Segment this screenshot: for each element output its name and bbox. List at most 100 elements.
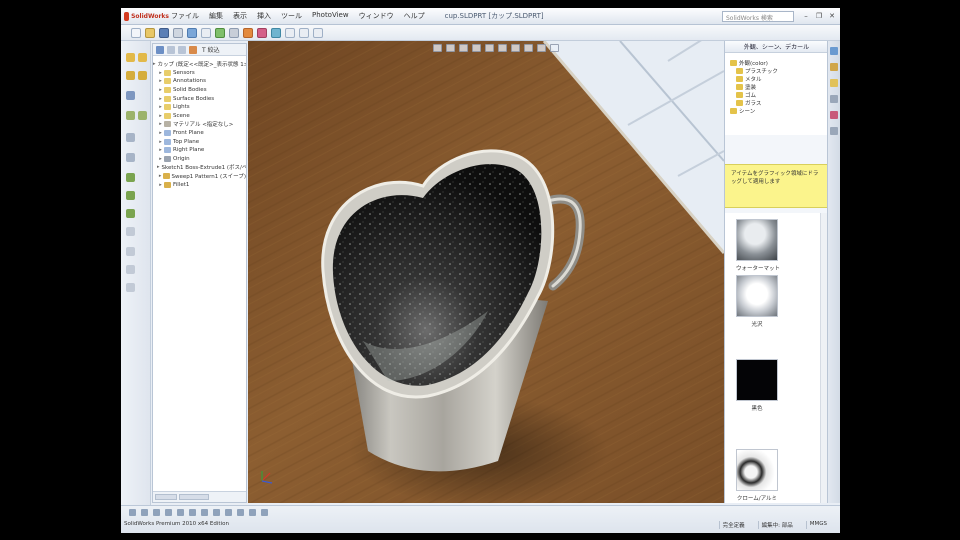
tree-item[interactable]: ▸ Origin: [153, 155, 246, 164]
shell-icon[interactable]: [126, 153, 135, 162]
dimension-icon[interactable]: [126, 227, 135, 236]
loft-icon[interactable]: [138, 71, 147, 80]
view-palette-tab-icon[interactable]: [830, 95, 838, 103]
top-view-icon[interactable]: [177, 509, 184, 516]
sweep-icon[interactable]: [126, 71, 135, 80]
tree-item[interactable]: ▸ Right Plane: [153, 146, 246, 155]
single-view-icon[interactable]: [225, 509, 232, 516]
tree-item[interactable]: ▸ Surface Bodies: [153, 94, 246, 103]
tree-item[interactable]: ▸ Fillet1: [153, 180, 246, 189]
tree-item[interactable]: ▸ Sensors: [153, 69, 246, 78]
line-icon[interactable]: [126, 191, 135, 200]
save-icon[interactable]: [159, 27, 169, 38]
new-icon[interactable]: [131, 27, 141, 38]
file-explorer-tab-icon[interactable]: [830, 79, 838, 87]
pattern-icon[interactable]: [126, 133, 135, 142]
menu-photoview[interactable]: PhotoView: [310, 10, 351, 22]
plastic-swatch[interactable]: 光沢: [736, 275, 778, 328]
tree-item[interactable]: ▸ Lights: [153, 103, 246, 112]
appearance-tree-item[interactable]: シーン: [730, 107, 828, 115]
appearance-tree-item[interactable]: 外観(color): [730, 59, 828, 67]
restore-icon[interactable]: ❐: [814, 11, 824, 21]
tree-item[interactable]: ▸ Annotations: [153, 77, 246, 86]
curves-icon[interactable]: [126, 265, 135, 274]
tree-filter[interactable]: T 絞込: [202, 45, 220, 54]
tree-item[interactable]: ▸ Sweep1 Pattern1 (スイープ): [153, 172, 246, 181]
photoview-icon[interactable]: [243, 27, 253, 38]
revolve-icon[interactable]: [138, 53, 147, 62]
appearance-tree-item[interactable]: ゴム: [730, 91, 828, 99]
link-views-icon[interactable]: [261, 509, 268, 516]
zoom-to-fit-icon[interactable]: [433, 44, 442, 52]
black-swatch[interactable]: 黒色: [736, 359, 778, 412]
expand-icon[interactable]: ▸: [157, 156, 164, 162]
hide-show-icon[interactable]: [511, 44, 520, 52]
print-icon[interactable]: [173, 27, 183, 38]
expand-icon[interactable]: ▸: [157, 70, 164, 76]
view-orientation-icon[interactable]: [485, 44, 494, 52]
instant3d-icon[interactable]: [126, 283, 135, 292]
rebuild-icon[interactable]: [215, 27, 225, 38]
chamfer-icon[interactable]: [138, 111, 147, 120]
appearance-tree-item[interactable]: メタル: [730, 75, 828, 83]
property-manager-tab-icon[interactable]: [167, 45, 175, 54]
zoom-area-icon[interactable]: [446, 44, 455, 52]
menu-file[interactable]: ファイル: [169, 10, 201, 22]
expand-icon[interactable]: ▸: [157, 104, 164, 110]
front-view-icon[interactable]: [129, 509, 136, 516]
edit-appearance-icon[interactable]: [524, 44, 533, 52]
menu-window[interactable]: ウィンドウ: [357, 10, 396, 22]
water-swatch[interactable]: ウォーターマット: [736, 219, 780, 272]
tree-item[interactable]: ▸ Solid Bodies: [153, 86, 246, 95]
feature-manager-tab-icon[interactable]: [156, 45, 164, 54]
scene-icon[interactable]: [271, 27, 281, 38]
model-tab[interactable]: [155, 494, 177, 500]
extrude-icon[interactable]: [126, 53, 135, 62]
open-icon[interactable]: [145, 27, 155, 38]
tree-item[interactable]: ▸ Top Plane: [153, 137, 246, 146]
design-library-tab-icon[interactable]: [830, 63, 838, 71]
appearances-tab-icon[interactable]: [830, 111, 838, 119]
bottom-view-icon[interactable]: [189, 509, 196, 516]
tree-item[interactable]: ▸ Front Plane: [153, 129, 246, 138]
display-manager-tab-icon[interactable]: [189, 45, 197, 54]
expand-icon[interactable]: ▸: [157, 78, 164, 84]
view-settings-icon[interactable]: [550, 44, 559, 52]
tree-item[interactable]: ▸ Scene: [153, 112, 246, 121]
expand-icon[interactable]: ▸: [157, 121, 164, 127]
expand-icon[interactable]: ▸: [157, 113, 164, 119]
tree-item[interactable]: ▸ マテリアル <指定なし>: [153, 120, 246, 129]
undo-icon[interactable]: [187, 27, 197, 38]
sketch-icon[interactable]: [126, 173, 135, 182]
section-view-icon[interactable]: [313, 27, 323, 38]
appearance-tree-item[interactable]: ガラス: [730, 99, 828, 107]
options-icon[interactable]: [229, 27, 239, 38]
app-logo[interactable]: SolidWorks: [121, 11, 169, 21]
graphics-area[interactable]: [248, 41, 724, 503]
resources-tab-icon[interactable]: [830, 47, 838, 55]
appearance-tree-item[interactable]: プラスチック: [730, 67, 828, 75]
metal-swatch[interactable]: クローム/アルミ: [736, 449, 778, 502]
expand-icon[interactable]: ▸: [157, 130, 164, 136]
status-units[interactable]: MMGS: [805, 521, 830, 529]
previous-view-icon[interactable]: [459, 44, 468, 52]
tree-item[interactable]: ▸Sketch1 Boss-Extrude1 (ボス/ベース): [153, 163, 246, 172]
search-input[interactable]: SolidWorks 検索: [722, 10, 794, 22]
expand-icon[interactable]: ▸: [157, 87, 164, 93]
minimize-icon[interactable]: –: [801, 11, 811, 21]
menu-help[interactable]: ヘルプ: [402, 10, 427, 22]
expand-icon[interactable]: ▸: [157, 164, 160, 170]
zoom-fit-icon[interactable]: [285, 27, 295, 38]
normal-to-icon[interactable]: [213, 509, 220, 516]
menu-view[interactable]: 表示: [231, 10, 249, 22]
circle-icon[interactable]: [126, 209, 135, 218]
section-icon[interactable]: [472, 44, 481, 52]
close-icon[interactable]: ✕: [827, 11, 837, 21]
right-view-icon[interactable]: [165, 509, 172, 516]
select-icon[interactable]: [201, 27, 211, 38]
expand-icon[interactable]: ▸: [157, 147, 164, 153]
four-view-icon[interactable]: [249, 509, 256, 516]
fillet-icon[interactable]: [126, 111, 135, 120]
expand-icon[interactable]: ▸: [157, 182, 164, 188]
menu-tools[interactable]: ツール: [279, 10, 304, 22]
